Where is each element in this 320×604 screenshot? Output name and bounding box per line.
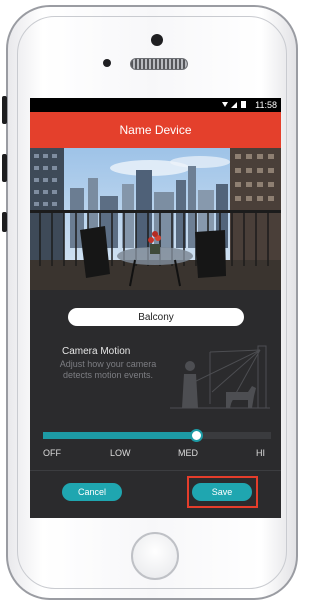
signal-icon (231, 101, 238, 108)
wifi-signal-battery-icon (222, 100, 247, 108)
status-bar: 11:58 (30, 98, 281, 112)
front-camera-icon (151, 34, 163, 46)
slider-label-off: OFF (43, 448, 61, 458)
title-bar: Name Device (30, 112, 281, 148)
slider-label-low: LOW (110, 448, 131, 458)
slider-label-hi: HI (256, 448, 265, 458)
motion-detection-illustration-icon (170, 345, 270, 409)
app-screen: 11:58 Name Device Balcony Camera Motion … (30, 98, 281, 518)
device-name-value: Balcony (138, 311, 174, 323)
cancel-button[interactable]: Cancel (62, 483, 122, 501)
mute-switch[interactable] (2, 212, 7, 232)
proximity-sensor-icon (103, 59, 111, 67)
motion-slider-handle[interactable] (190, 429, 203, 442)
battery-icon (241, 100, 247, 108)
camera-motion-description: Adjust how your camera detects motion ev… (59, 359, 157, 380)
wifi-icon (222, 101, 229, 107)
device-name-input[interactable]: Balcony (68, 308, 244, 326)
camera-photo (30, 148, 281, 290)
slider-label-med: MED (178, 448, 198, 458)
save-button-highlight (187, 476, 258, 508)
motion-slider-fill (43, 432, 196, 439)
home-button[interactable] (131, 532, 179, 580)
page-title: Name Device (119, 123, 192, 137)
volume-down-button[interactable] (2, 154, 7, 182)
camera-motion-title: Camera Motion (62, 346, 131, 357)
earpiece-speaker (130, 58, 188, 70)
volume-up-button[interactable] (2, 96, 7, 124)
cancel-button-label: Cancel (77, 487, 106, 497)
clock-text: 11:58 (255, 100, 277, 110)
status-icons (221, 100, 251, 111)
